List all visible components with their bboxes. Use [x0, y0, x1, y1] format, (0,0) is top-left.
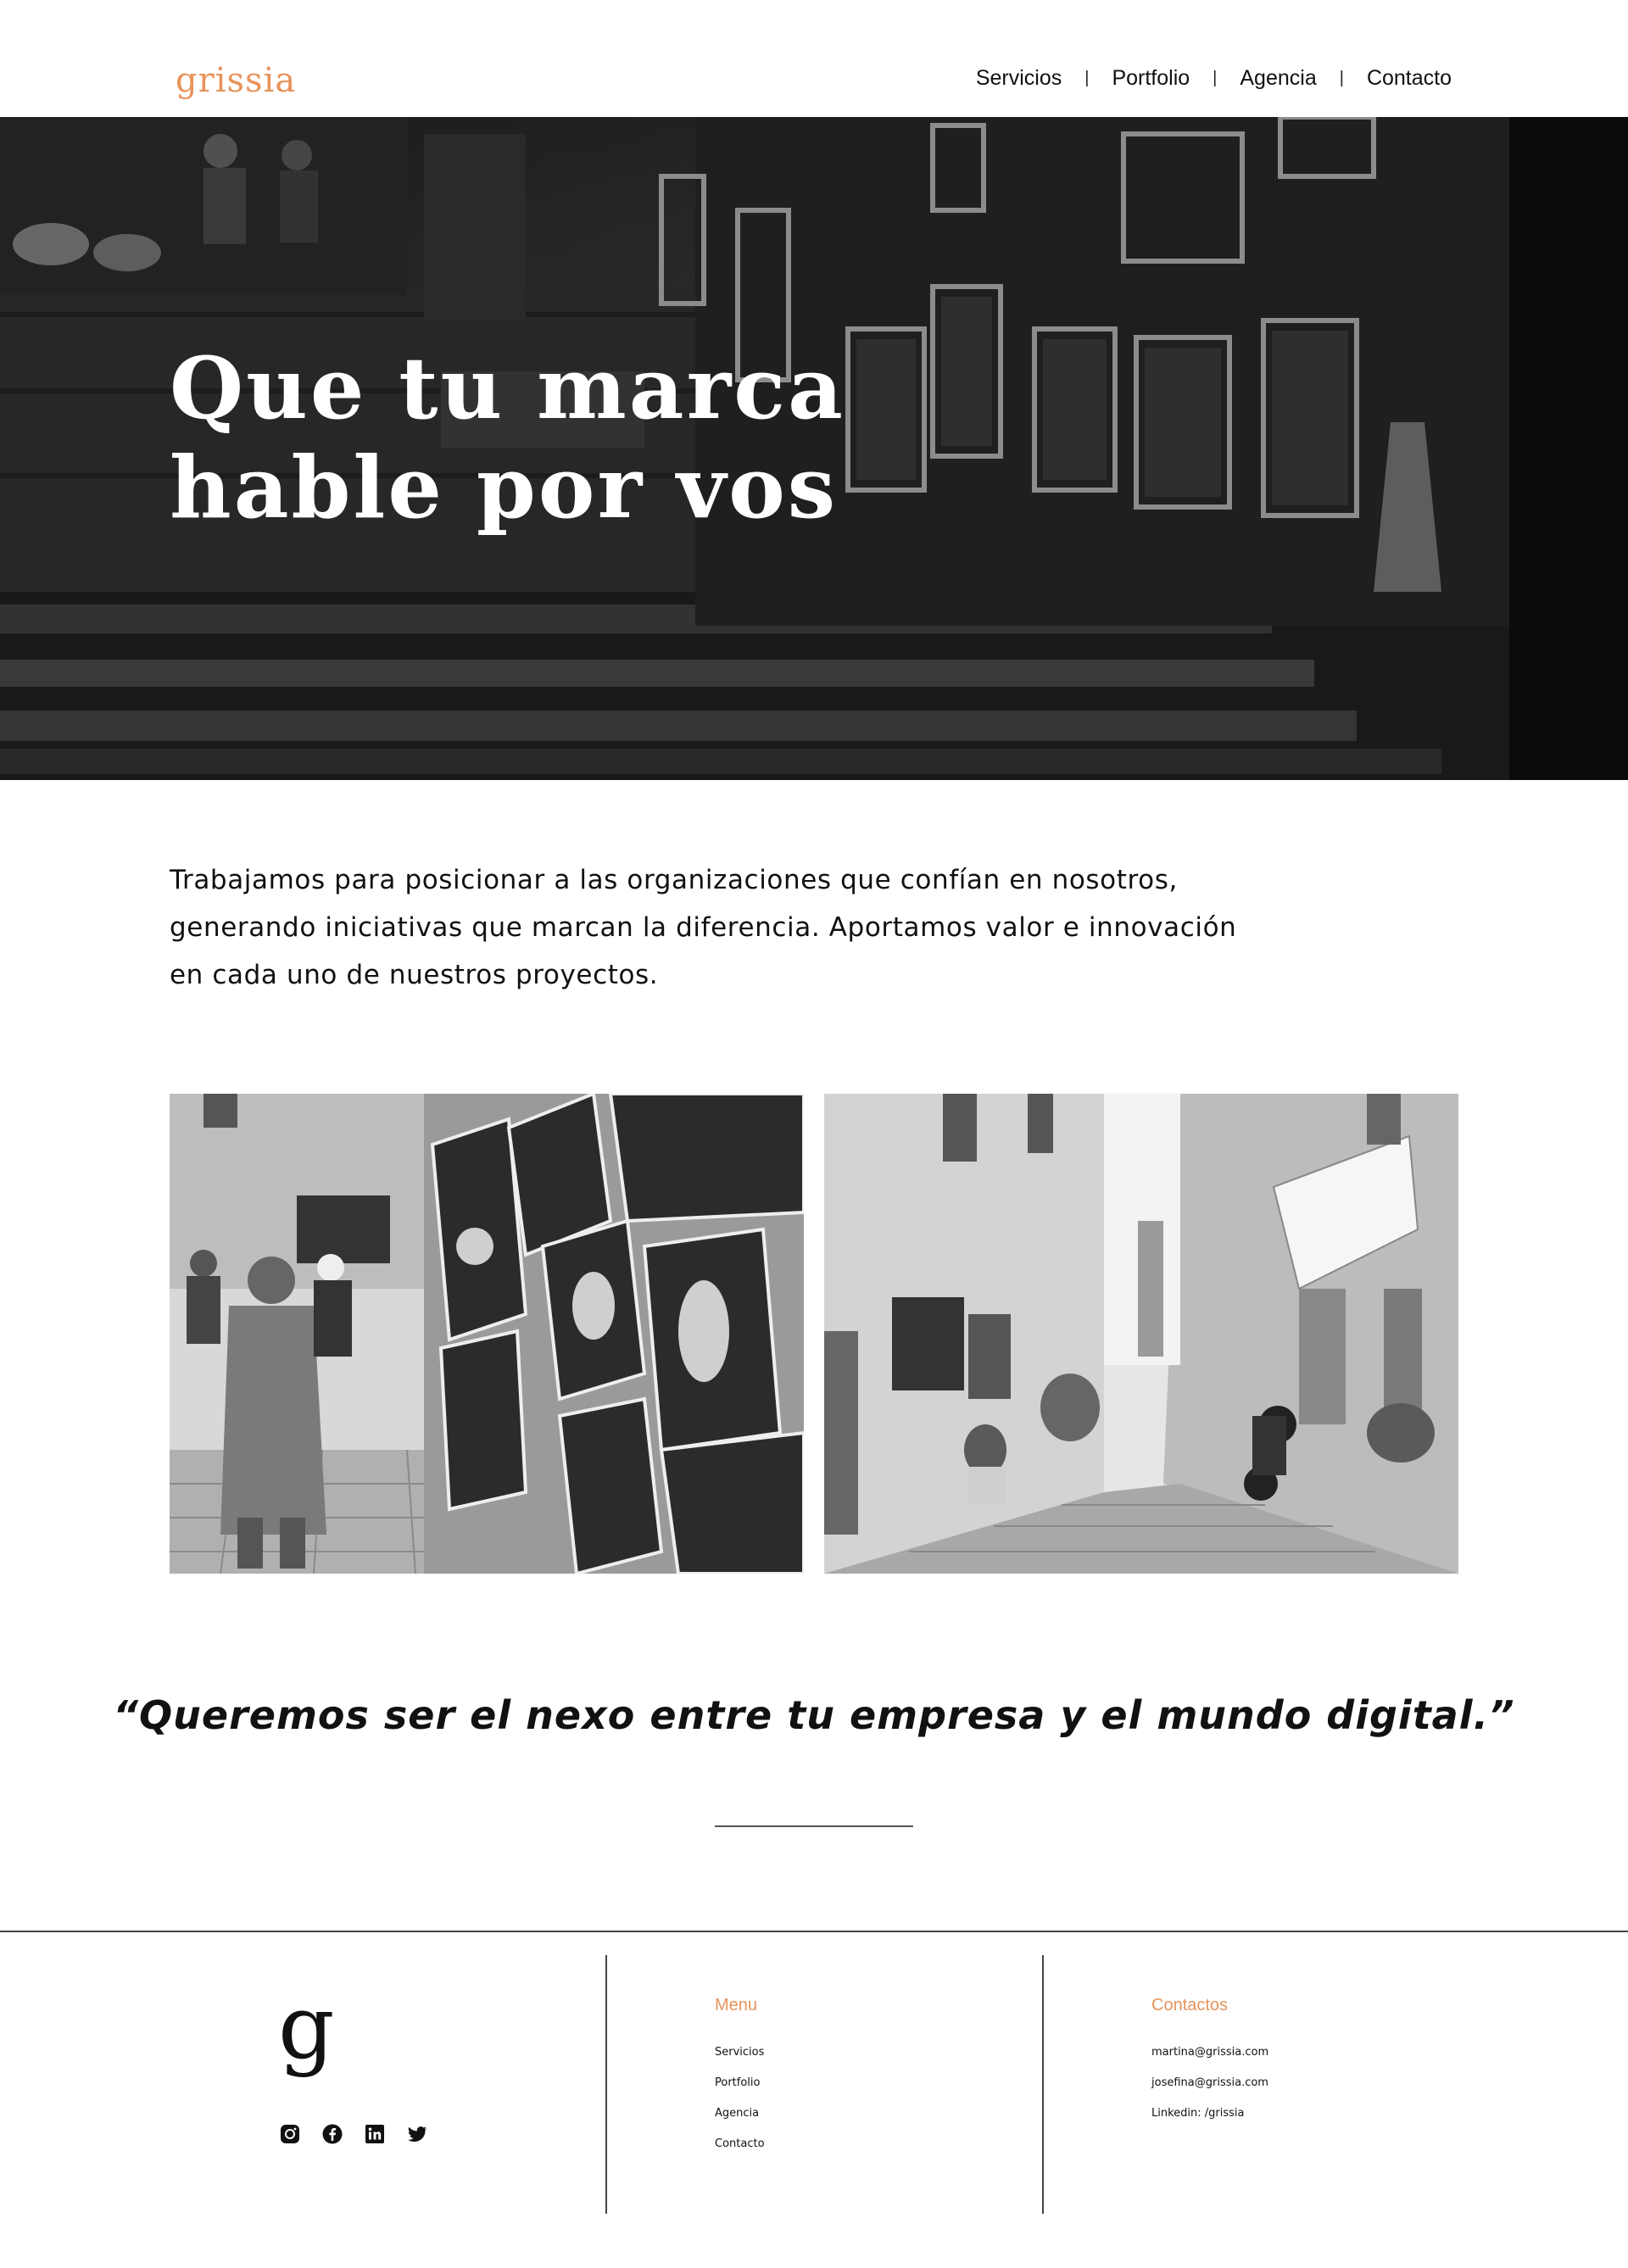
site-header: grissia Servicios | Portfolio | Agencia … — [0, 0, 1628, 117]
footer-menu-title: Menu — [715, 1996, 758, 2014]
nav-item-agencia[interactable]: Agencia — [1240, 66, 1316, 91]
footer-monogram: g — [278, 1975, 335, 2079]
street-art-photo — [170, 1094, 804, 1574]
nav-separator: | — [1213, 69, 1218, 87]
footer-menu-item-agencia[interactable]: Agencia — [715, 2098, 765, 2129]
nav-item-contacto[interactable]: Contacto — [1367, 66, 1452, 91]
contact-linkedin[interactable]: Linkedin: /grissia — [1151, 2098, 1268, 2129]
instagram-icon[interactable] — [280, 2124, 300, 2144]
twitter-icon[interactable] — [407, 2124, 427, 2144]
hero-banner: Que tu marca hable por vos — [0, 117, 1628, 780]
site-footer: g Menu Servicios Portfolio Agencia Conta… — [0, 1931, 1628, 2268]
alley-photo — [824, 1094, 1458, 1574]
footer-menu-item-servicios[interactable]: Servicios — [715, 2037, 765, 2068]
logo[interactable]: grissia — [176, 61, 296, 100]
contact-email-martina[interactable]: martina@grissia.com — [1151, 2037, 1268, 2068]
facebook-icon[interactable] — [322, 2124, 343, 2144]
social-links — [280, 2124, 427, 2144]
footer-contacts-title: Contactos — [1151, 1996, 1229, 2014]
contact-email-josefina[interactable]: josefina@grissia.com — [1151, 2068, 1268, 2098]
nav-separator: | — [1084, 69, 1090, 87]
nav-separator: | — [1339, 69, 1344, 87]
footer-menu: Menu Servicios Portfolio Agencia Contact… — [715, 1996, 765, 2159]
footer-menu-item-portfolio[interactable]: Portfolio — [715, 2068, 765, 2098]
footer-contacts: Contactos martina@grissia.com josefina@g… — [1151, 1996, 1268, 2129]
nav-item-servicios[interactable]: Servicios — [976, 66, 1062, 91]
footer-divider — [1042, 1955, 1044, 2214]
intro-paragraph: Trabajamos para posicionar a las organiz… — [170, 865, 1237, 990]
main-nav: Servicios | Portfolio | Agencia | Contac… — [976, 66, 1452, 91]
footer-divider — [605, 1955, 607, 2214]
quote-divider — [715, 1825, 913, 1827]
brand-quote: “Queremos ser el nexo entre tu empresa y… — [113, 1692, 1515, 1738]
nav-item-portfolio[interactable]: Portfolio — [1112, 66, 1190, 91]
linkedin-icon[interactable] — [365, 2124, 385, 2144]
hero-title: Que tu marca hable por vos — [170, 338, 845, 538]
footer-menu-item-contacto[interactable]: Contacto — [715, 2129, 765, 2159]
